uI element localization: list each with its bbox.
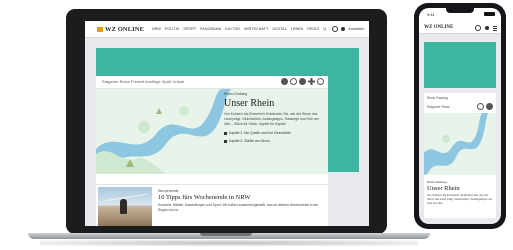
nav-item[interactable]: PANORAMA	[200, 27, 221, 31]
mobile-river-map-illustration	[424, 113, 488, 175]
nav-item[interactable]: REGIO	[307, 27, 319, 31]
article-kicker: Rhein-Radweg	[224, 92, 248, 96]
teaser-image[interactable]	[98, 187, 152, 226]
mobile-article-kicker: Rhein-Radweg	[427, 180, 447, 184]
teaser-text: Wochenende 10 Tipps fürs Wochenende in N…	[158, 189, 324, 213]
river-shape	[424, 113, 488, 175]
location-icon[interactable]	[281, 78, 288, 85]
bookmark-icon[interactable]	[299, 78, 306, 85]
teaser-lead: Konzerte, Märkte, Ausstellungen und Spor…	[158, 203, 319, 212]
mobile-ad-banner	[424, 42, 496, 88]
nav-item[interactable]: NRW	[152, 27, 161, 31]
mobile-nav-bar: WZ ONLINE	[419, 22, 501, 34]
chapter-link[interactable]: Kapitel 2: Städte am Strom	[224, 139, 324, 143]
tree-icon	[156, 108, 162, 114]
mobile-feature-card: Rhein-Radweg Ratgeber Reise Rhein-Radweg…	[424, 93, 496, 218]
article-lead: Von Koblenz bis Emmerich: Entdecken Sie,…	[224, 112, 319, 126]
user-icon[interactable]	[341, 27, 346, 31]
feature-card: Ratgeber Reise Freizeit Ausflüge Spaß Ur…	[96, 76, 328, 226]
nav-actions: Anmelden	[332, 26, 364, 32]
mobile-article-lead: Von Koblenz bis Emmerich: Entdecken Sie,…	[427, 194, 492, 206]
nav-item[interactable]: KULTUR	[225, 27, 240, 31]
mobile-article-headline[interactable]: Unser Rhein	[427, 185, 460, 192]
logo-mark-icon	[97, 26, 103, 32]
status-time: 9:41	[427, 12, 435, 17]
nav-item[interactable]: DIGITAL	[272, 27, 286, 31]
desktop-nav-bar: WZ ONLINE NRW POLITIK SPORT PANORAMA KUL…	[85, 21, 369, 38]
mobile-card-actions	[477, 103, 493, 110]
site-logo[interactable]: WZ ONLINE	[97, 26, 144, 33]
chapter-link-label: Kapitel 2: Städte am Strom	[229, 139, 270, 143]
mobile-nav-actions	[475, 25, 497, 31]
menu-icon[interactable]	[493, 25, 497, 31]
nav-item[interactable]: LEBEN	[291, 27, 303, 31]
chapter-link[interactable]: Kapitel 1: Die Quelle und ihre Geschicht…	[224, 131, 324, 135]
nav-item[interactable]: POLITIK	[165, 27, 179, 31]
desktop-screen: WZ ONLINE NRW POLITIK SPORT PANORAMA KUL…	[85, 21, 369, 226]
lock-icon	[224, 139, 227, 143]
chapter-link-label: Kapitel 1: Die Quelle und ihre Geschicht…	[229, 131, 292, 135]
laptop-notch	[200, 233, 252, 236]
mobile-site-logo[interactable]: WZ ONLINE	[424, 25, 453, 30]
ad-banner-side	[328, 84, 359, 172]
search-icon[interactable]	[475, 25, 481, 31]
feature-article: Rhein-Radweg Unser Rhein Von Koblenz bis…	[224, 92, 324, 143]
article-headline[interactable]: Unser Rhein	[224, 98, 324, 109]
settings-icon[interactable]	[290, 78, 297, 85]
island-shape	[179, 106, 189, 116]
island-shape	[138, 121, 150, 133]
teaser-title[interactable]: 10 Tipps fürs Wochenende in NRW	[158, 194, 324, 201]
site-logo-text: WZ ONLINE	[105, 25, 145, 33]
add-icon[interactable]	[308, 78, 315, 85]
nav-item[interactable]: WIRTSCHAFT	[244, 27, 269, 31]
status-bar: 9:41	[419, 8, 501, 22]
card-actions	[281, 78, 324, 85]
laptop-shadow	[40, 240, 418, 246]
bullet-icon	[224, 131, 227, 135]
user-icon[interactable]	[485, 26, 489, 30]
share-icon[interactable]	[317, 78, 324, 85]
nav-item[interactable]: Q	[323, 27, 326, 31]
mobile-card-kicker: Rhein-Radweg	[427, 96, 449, 100]
mobile-breadcrumb: Ratgeber Reise	[427, 105, 450, 109]
divider	[96, 184, 328, 185]
phone-notch	[446, 8, 474, 13]
breadcrumb: Ratgeber Reise Freizeit Ausflüge Spaß Ur…	[102, 80, 185, 84]
mobile-river-map[interactable]	[424, 113, 496, 175]
person-shape	[120, 199, 127, 214]
island-shape	[442, 135, 450, 143]
mobile-screen: 9:41 WZ ONLINE Rhein-Radweg Ratgeber Rei…	[419, 8, 501, 224]
nav-item[interactable]: SPORT	[183, 27, 196, 31]
search-icon[interactable]	[332, 26, 339, 32]
login-link[interactable]: Anmelden	[348, 27, 364, 31]
settings-icon[interactable]	[477, 103, 484, 110]
teaser-kicker: Wochenende	[158, 189, 179, 193]
nav-menu: NRW POLITIK SPORT PANORAMA KULTUR WIRTSC…	[152, 27, 326, 31]
share-icon[interactable]	[486, 103, 493, 110]
battery-icon	[484, 12, 495, 16]
card-toolbar: Ratgeber Reise Freizeit Ausflüge Spaß Ur…	[96, 76, 328, 89]
